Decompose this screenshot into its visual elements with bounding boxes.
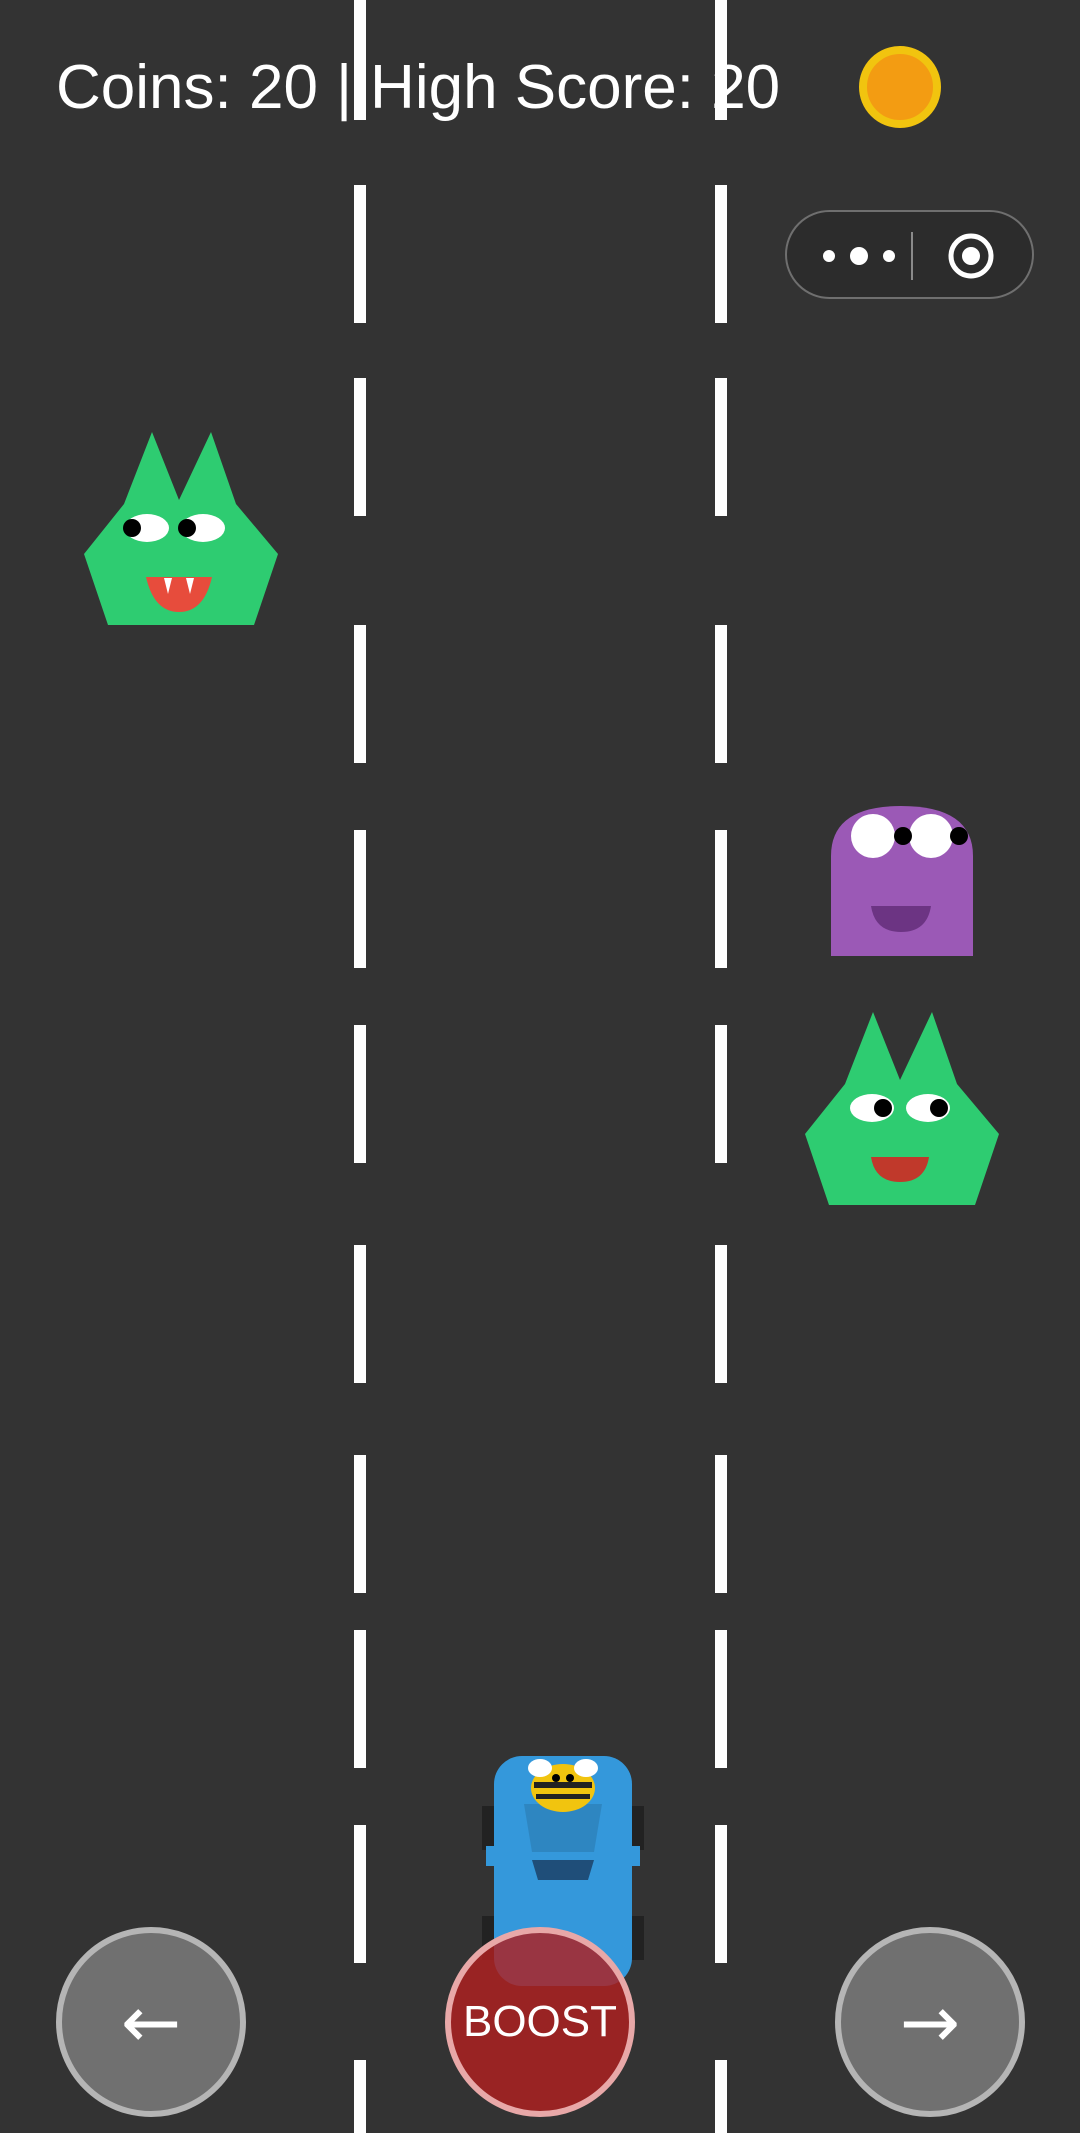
high-score-counter: High Score: 20	[370, 53, 781, 122]
green-monster-enemy	[84, 432, 278, 625]
target-circle-icon[interactable]	[947, 232, 995, 280]
arrow-left-icon: ←	[120, 1980, 182, 2064]
move-right-button[interactable]: →	[835, 1927, 1025, 2117]
green-monster-enemy	[805, 1012, 999, 1205]
capsule-divider	[911, 232, 913, 280]
lane-divider-right	[715, 0, 727, 2133]
boost-button[interactable]: BOOST	[445, 1927, 635, 2117]
boost-label: BOOST	[462, 1997, 618, 2046]
coin-icon	[859, 46, 941, 128]
game-canvas: Coins: 20 | High Score: 20 ← BOOST →	[0, 0, 1080, 2133]
lane-divider-left	[354, 0, 366, 2133]
score-hud: Coins: 20 | High Score: 20	[56, 48, 780, 128]
purple-monster-enemy	[831, 806, 973, 956]
move-left-button[interactable]: ←	[56, 1927, 246, 2117]
arrow-right-icon: →	[899, 1980, 961, 2064]
more-dots-icon[interactable]	[817, 238, 901, 274]
coins-counter: Coins: 20	[56, 53, 318, 122]
hud-separator: |	[335, 53, 353, 122]
menu-capsule	[785, 210, 1034, 299]
